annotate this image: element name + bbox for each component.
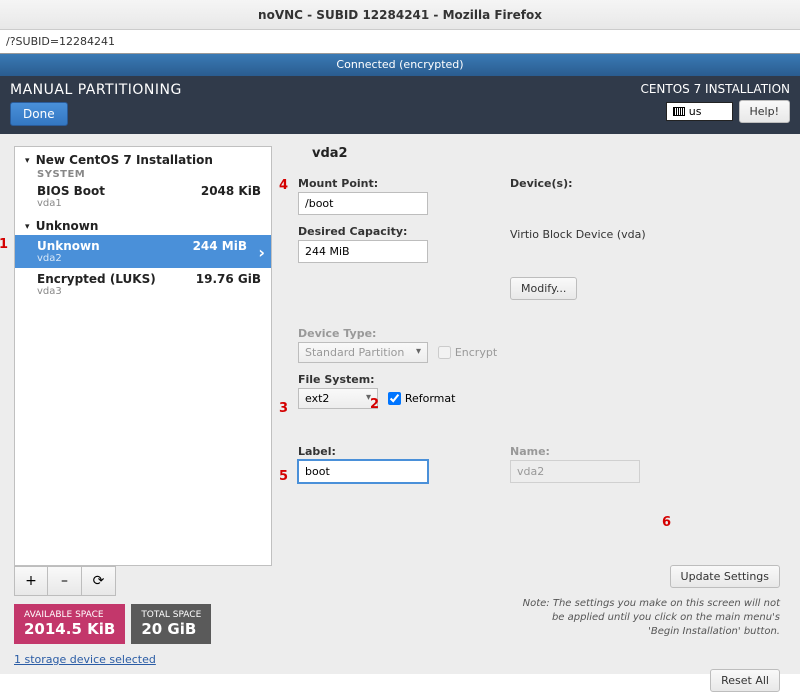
- keyboard-layout-selector[interactable]: us: [666, 102, 733, 121]
- partition-tree[interactable]: ▾ New CentOS 7 Installation SYSTEM BIOS …: [14, 146, 272, 566]
- available-space-value: 2014.5 KiB: [24, 620, 115, 638]
- annotation-2: 2: [370, 397, 379, 412]
- reset-all-button[interactable]: Reset All: [710, 669, 780, 692]
- file-system-select[interactable]: ext2: [298, 388, 378, 409]
- partition-device: vda3: [37, 286, 263, 297]
- keyboard-icon: [673, 107, 685, 116]
- name-input: [510, 460, 640, 483]
- total-space-value: 20 GiB: [141, 620, 201, 638]
- partition-device: vda1: [37, 198, 263, 209]
- encrypt-checkbox-row: Encrypt: [438, 346, 497, 359]
- chevron-down-icon: ▾: [25, 222, 30, 232]
- tree-section-label: New CentOS 7 Installation: [36, 153, 213, 167]
- keyboard-layout-text: us: [689, 105, 702, 118]
- reformat-checkbox-row[interactable]: Reformat: [388, 392, 456, 405]
- reformat-label: Reformat: [405, 392, 456, 405]
- partition-size: 19.76 GiB: [196, 272, 261, 286]
- encrypt-checkbox: [438, 346, 451, 359]
- encrypt-label: Encrypt: [455, 346, 497, 359]
- device-type-select: Standard Partition: [298, 342, 428, 363]
- help-button[interactable]: Help!: [739, 100, 791, 123]
- detail-title: vda2: [312, 146, 786, 161]
- annotation-3: 3: [279, 401, 288, 416]
- chevron-down-icon: ▾: [25, 156, 30, 166]
- partition-row-luks[interactable]: Encrypted (LUKS) vda3 19.76 GiB: [15, 268, 271, 301]
- total-space-box: TOTAL SPACE 20 GiB: [131, 604, 211, 644]
- device-name-text: Virtio Block Device (vda): [510, 228, 770, 241]
- desired-capacity-label: Desired Capacity:: [298, 225, 508, 238]
- partition-size: 2048 KiB: [201, 184, 261, 198]
- window-titlebar: noVNC - SUBID 12284241 - Mozilla Firefox: [0, 0, 800, 30]
- modify-device-button[interactable]: Modify...: [510, 277, 577, 300]
- partition-size: 244 MiB: [193, 239, 247, 253]
- partition-row-unknown[interactable]: Unknown vda2 244 MiB: [15, 235, 271, 268]
- name-label: Name:: [510, 445, 770, 458]
- vnc-status-bar: Connected (encrypted): [0, 54, 800, 76]
- file-system-label: File System:: [298, 373, 508, 386]
- mount-point-label: Mount Point:: [298, 177, 508, 190]
- partition-row-bios-boot[interactable]: BIOS Boot vda1 2048 KiB: [15, 180, 271, 213]
- partition-toolbar: + – ⟳: [14, 566, 116, 596]
- product-label: CENTOS 7 INSTALLATION: [640, 82, 790, 96]
- partition-tree-pane: ▾ New CentOS 7 Installation SYSTEM BIOS …: [14, 146, 272, 666]
- partition-detail-pane: vda2 Mount Point: Desired Capacity: Devi…: [290, 146, 786, 177]
- available-space-box: AVAILABLE SPACE 2014.5 KiB: [14, 604, 125, 644]
- annotation-6: 6: [662, 515, 671, 530]
- url-bar[interactable]: /?SUBID=12284241: [0, 30, 800, 54]
- device-type-label: Device Type:: [298, 327, 508, 340]
- add-partition-button[interactable]: +: [14, 566, 48, 596]
- annotation-5: 5: [279, 469, 288, 484]
- annotation-1: 1: [0, 237, 8, 252]
- tree-system-label: SYSTEM: [15, 169, 271, 180]
- label-input[interactable]: [298, 460, 428, 483]
- done-button[interactable]: Done: [10, 102, 68, 126]
- mount-point-input[interactable]: [298, 192, 428, 215]
- update-settings-button[interactable]: Update Settings: [670, 565, 780, 588]
- remove-partition-button[interactable]: –: [48, 566, 82, 596]
- anaconda-header: MANUAL PARTITIONING Done CENTOS 7 INSTAL…: [0, 76, 800, 134]
- total-space-label: TOTAL SPACE: [141, 610, 201, 620]
- label-label: Label:: [298, 445, 508, 458]
- annotation-4: 4: [279, 178, 288, 193]
- space-summary: AVAILABLE SPACE 2014.5 KiB TOTAL SPACE 2…: [14, 604, 272, 644]
- devices-label: Device(s):: [510, 177, 770, 190]
- main-content: ▾ New CentOS 7 Installation SYSTEM BIOS …: [0, 134, 800, 674]
- tree-section-new-install[interactable]: ▾ New CentOS 7 Installation: [15, 147, 271, 169]
- tree-section-label: Unknown: [36, 219, 99, 233]
- desired-capacity-input[interactable]: [298, 240, 428, 263]
- settings-note: Note: The settings you make on this scre…: [520, 597, 780, 639]
- reload-partitions-button[interactable]: ⟳: [82, 566, 116, 596]
- available-space-label: AVAILABLE SPACE: [24, 610, 115, 620]
- partition-device: vda2: [37, 253, 263, 264]
- storage-devices-link-row: 1 storage device selected: [14, 652, 272, 666]
- storage-devices-link[interactable]: 1 storage device selected: [14, 653, 156, 666]
- tree-section-unknown[interactable]: ▾ Unknown: [15, 213, 271, 235]
- reformat-checkbox[interactable]: [388, 392, 401, 405]
